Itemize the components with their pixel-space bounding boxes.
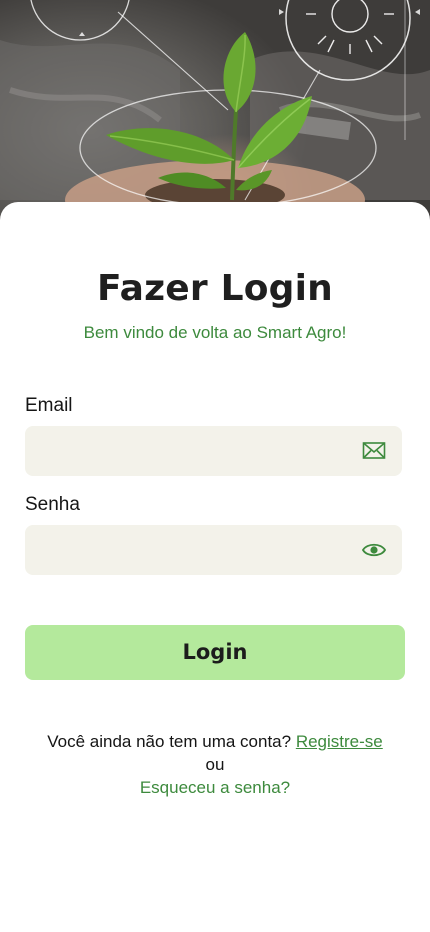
or-text: ou [205,755,225,774]
welcome-subtitle: Bem vindo de volta ao Smart Agro! [83,323,347,342]
no-account-text: Você ainda não tem uma conta? [47,732,292,751]
email-field[interactable] [25,426,402,476]
register-prompt: Você ainda não tem uma conta? Registre-s… [0,732,430,752]
login-button[interactable]: Login [25,625,405,680]
eye-icon[interactable] [361,539,387,561]
forgot-password-link[interactable]: Esqueceu a senha? [0,778,430,798]
login-card: Fazer Login Bem vindo de volta ao Smart … [0,202,430,932]
email-label: Email [25,395,73,416]
password-input[interactable] [25,525,355,575]
email-input[interactable] [25,426,355,476]
login-screen: Fazer Login Bem vindo de volta ao Smart … [0,0,430,932]
page-title: Fazer Login [96,268,334,309]
password-label: Senha [25,494,80,515]
password-field[interactable] [25,525,402,575]
mail-icon [362,440,386,462]
register-link[interactable]: Registre-se [296,732,383,751]
sun-icon [306,0,394,54]
